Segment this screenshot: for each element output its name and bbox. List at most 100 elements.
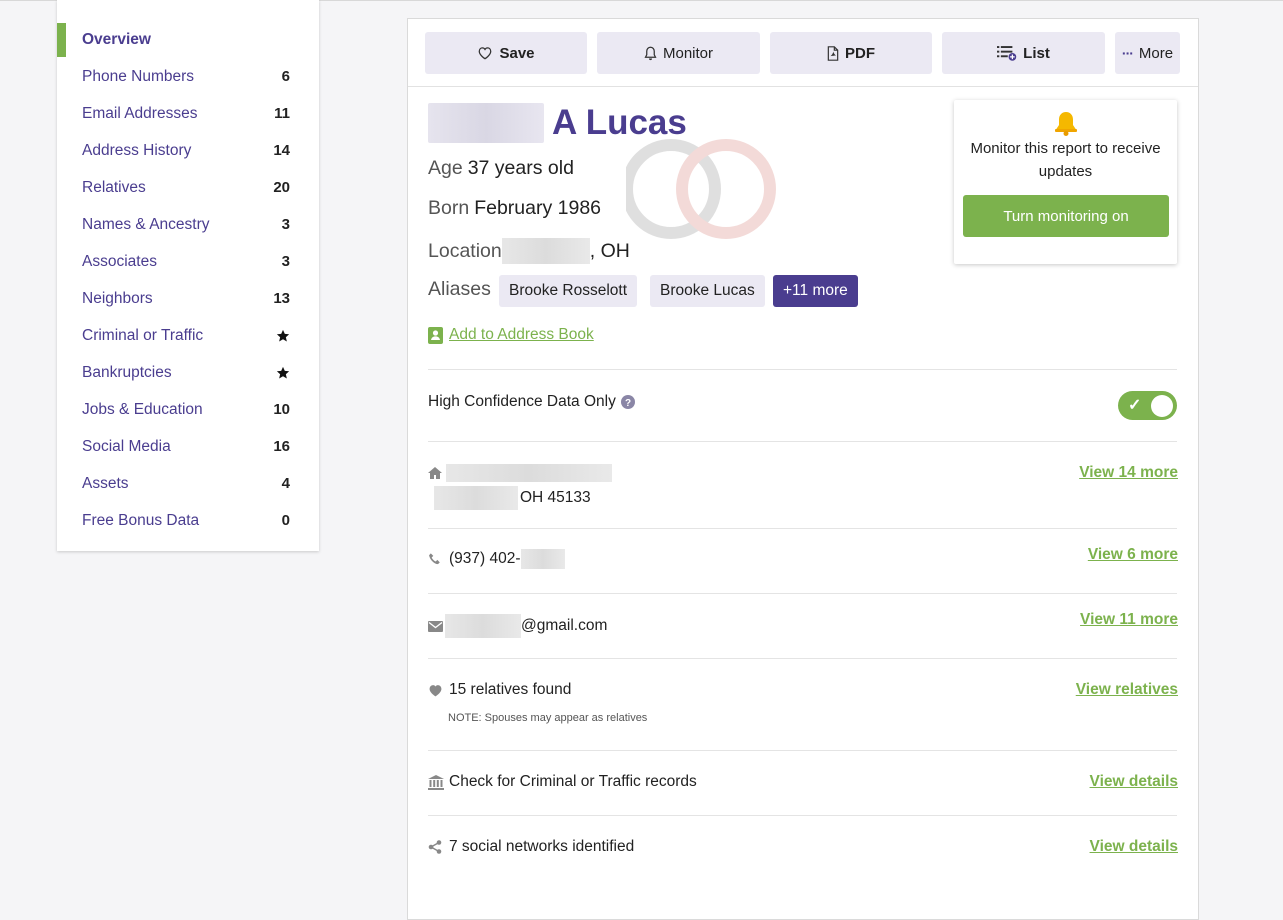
star-icon bbox=[276, 366, 290, 380]
redacted-city bbox=[434, 486, 518, 510]
view-more-phones-link[interactable]: View 6 more bbox=[1088, 546, 1178, 564]
sidebar-item-overview[interactable]: Overview bbox=[57, 21, 319, 58]
sidebar-item-count: 4 bbox=[281, 475, 290, 492]
location-value: , OH bbox=[589, 239, 630, 262]
email-row: @gmail.com bbox=[428, 614, 607, 638]
sidebar-item-address-history[interactable]: Address History 14 bbox=[57, 132, 319, 169]
sidebar-item-count: 10 bbox=[273, 401, 290, 418]
age-line: Age 37 years old bbox=[428, 157, 574, 180]
pdf-file-icon bbox=[827, 45, 839, 61]
age-value: 37 years old bbox=[467, 157, 574, 179]
turn-monitoring-on-button[interactable]: Turn monitoring on bbox=[963, 195, 1169, 237]
divider bbox=[428, 658, 1177, 659]
list-button[interactable]: List bbox=[942, 32, 1105, 74]
view-criminal-details-link[interactable]: View details bbox=[1090, 773, 1178, 791]
relatives-note: NOTE: Spouses may appear as relatives bbox=[448, 712, 648, 724]
high-confidence-toggle[interactable]: ✓ bbox=[1118, 391, 1177, 420]
relatives-count: 15 relatives found bbox=[449, 681, 572, 698]
phone-icon bbox=[429, 552, 440, 564]
sidebar-item-bankruptcies[interactable]: Bankruptcies bbox=[57, 354, 319, 391]
sidebar-item-jobs-education[interactable]: Jobs & Education 10 bbox=[57, 391, 319, 428]
svg-text:?: ? bbox=[625, 398, 631, 409]
view-more-addresses-link[interactable]: View 14 more bbox=[1079, 464, 1178, 482]
sidebar-item-criminal-or-traffic[interactable]: Criminal or Traffic bbox=[57, 317, 319, 354]
sidebar-item-names-ancestry[interactable]: Names & Ancestry 3 bbox=[57, 206, 319, 243]
add-to-list-icon bbox=[997, 46, 1017, 61]
help-icon[interactable]: ? bbox=[620, 395, 635, 409]
check-icon: ✓ bbox=[1128, 397, 1142, 414]
sidebar-item-label: Phone Numbers bbox=[82, 67, 195, 85]
divider bbox=[428, 593, 1177, 594]
sidebar-item-count: 20 bbox=[273, 179, 290, 196]
more-button[interactable]: ··· More bbox=[1115, 32, 1180, 74]
sidebar-item-email-addresses[interactable]: Email Addresses 11 bbox=[57, 95, 319, 132]
sidebar-item-label: Free Bonus Data bbox=[82, 511, 200, 529]
pdf-label: PDF bbox=[845, 44, 875, 62]
alias-chip[interactable]: Brooke Lucas bbox=[650, 275, 765, 307]
sidebar-item-label: Overview bbox=[82, 30, 151, 48]
list-label: List bbox=[1023, 44, 1050, 62]
redacted-email-user bbox=[445, 614, 521, 638]
born-value: February 1986 bbox=[474, 197, 602, 219]
view-more-emails-link[interactable]: View 11 more bbox=[1080, 611, 1178, 629]
save-label: Save bbox=[499, 44, 535, 62]
watermark-logo bbox=[626, 139, 776, 239]
address-zip: OH 45133 bbox=[520, 489, 591, 506]
add-to-address-book-label: Add to Address Book bbox=[449, 326, 594, 343]
toggle-knob bbox=[1151, 395, 1173, 417]
report-toolbar: Save Monitor PDF List ··· More bbox=[408, 19, 1198, 87]
share-icon bbox=[428, 840, 442, 854]
heart-icon bbox=[479, 47, 492, 60]
divider bbox=[428, 815, 1177, 816]
sidebar-item-social-media[interactable]: Social Media 16 bbox=[57, 428, 319, 465]
age-key: Age bbox=[428, 157, 463, 179]
sidebar-item-count: 0 bbox=[281, 512, 290, 529]
person-name: A Lucas bbox=[428, 101, 687, 145]
sidebar-item-free-bonus-data[interactable]: Free Bonus Data 0 bbox=[57, 502, 319, 539]
sidebar-item-relatives[interactable]: Relatives 20 bbox=[57, 169, 319, 206]
location-line: Location , OH bbox=[428, 238, 630, 264]
redacted-street bbox=[446, 464, 612, 482]
relatives-row: 15 relatives found bbox=[428, 681, 571, 699]
view-relatives-link[interactable]: View relatives bbox=[1076, 681, 1178, 699]
pdf-button[interactable]: PDF bbox=[770, 32, 932, 74]
add-to-address-book-link[interactable]: Add to Address Book bbox=[428, 326, 594, 344]
sidebar-item-label: Criminal or Traffic bbox=[82, 326, 204, 344]
location-key: Location bbox=[428, 239, 502, 262]
more-label: More bbox=[1138, 44, 1174, 62]
divider bbox=[428, 750, 1177, 751]
aliases-more-button[interactable]: +11 more bbox=[773, 275, 858, 307]
star-icon bbox=[276, 329, 290, 343]
monitor-popup-message: Monitor this report to receive updates bbox=[970, 140, 1161, 180]
monitor-popup: Monitor this report to receive updates T… bbox=[954, 100, 1177, 264]
sidebar-item-label: Neighbors bbox=[82, 289, 153, 307]
save-button[interactable]: Save bbox=[425, 32, 587, 74]
divider bbox=[428, 369, 1177, 370]
active-indicator bbox=[57, 23, 66, 57]
divider bbox=[428, 528, 1177, 529]
divider bbox=[428, 441, 1177, 442]
email-domain: @gmail.com bbox=[521, 617, 608, 634]
report-sidebar: Overview Phone Numbers 6 Email Addresses… bbox=[57, 0, 319, 551]
social-networks-text: 7 social networks identified bbox=[449, 838, 635, 855]
sidebar-item-count: 14 bbox=[273, 142, 290, 159]
born-key: Born bbox=[428, 197, 470, 219]
courthouse-icon bbox=[428, 774, 444, 790]
monitor-button[interactable]: Monitor bbox=[597, 32, 760, 74]
sidebar-item-label: Jobs & Education bbox=[82, 400, 203, 418]
sidebar-item-assets[interactable]: Assets 4 bbox=[57, 465, 319, 502]
phone-row: (937) 402- bbox=[428, 549, 565, 569]
alias-chip[interactable]: Brooke Rosselott bbox=[499, 275, 638, 307]
sidebar-item-associates[interactable]: Associates 3 bbox=[57, 243, 319, 280]
bell-icon bbox=[1055, 112, 1077, 136]
view-social-details-link[interactable]: View details bbox=[1090, 838, 1178, 856]
sidebar-item-count: 3 bbox=[281, 216, 290, 233]
bell-icon bbox=[644, 46, 657, 60]
person-last-name: A Lucas bbox=[552, 103, 687, 142]
home-icon bbox=[428, 467, 442, 479]
sidebar-item-neighbors[interactable]: Neighbors 13 bbox=[57, 280, 319, 317]
redacted-first-name bbox=[428, 103, 544, 143]
high-confidence-label: High Confidence Data Only ? bbox=[428, 393, 635, 411]
sidebar-item-label: Address History bbox=[82, 141, 192, 159]
sidebar-item-phone-numbers[interactable]: Phone Numbers 6 bbox=[57, 58, 319, 95]
